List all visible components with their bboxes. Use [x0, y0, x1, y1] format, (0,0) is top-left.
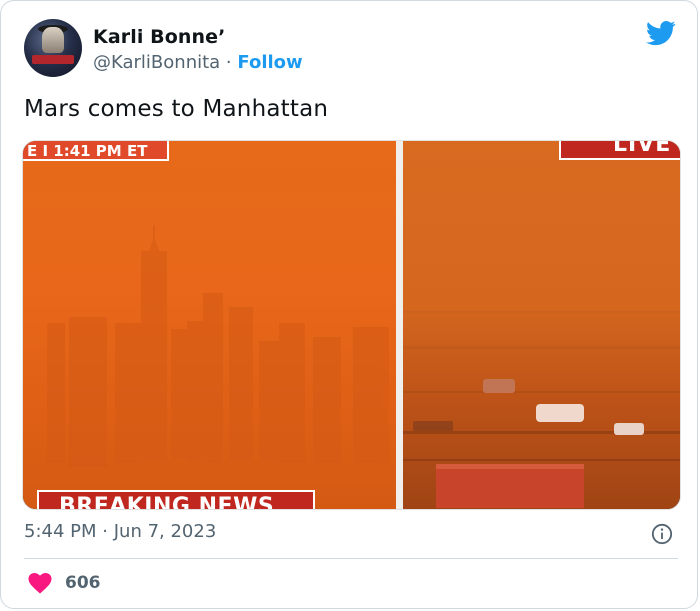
avatar-figure [42, 27, 64, 53]
divider-line [24, 558, 678, 559]
twitter-bird-icon[interactable] [644, 18, 678, 48]
info-icon[interactable] [651, 523, 673, 545]
skyline-silhouette [47, 225, 389, 467]
live-badge: LIVE [559, 141, 680, 160]
highway-scene [403, 311, 680, 508]
tweet-time: 5:44 PM [24, 521, 97, 542]
heart-icon[interactable] [28, 572, 52, 594]
follow-button[interactable]: Follow [237, 52, 302, 73]
time-chyron: E I 1:41 PM ET [23, 141, 169, 161]
media-right-panel: LIVE [403, 141, 680, 509]
avatar[interactable] [24, 19, 82, 77]
media-left-panel: E I 1:41 PM ET BREAKING NEWS [23, 141, 396, 509]
tweet-media[interactable]: E I 1:41 PM ET BREAKING NEWS LIVE [22, 140, 681, 510]
breaking-news-banner: BREAKING NEWS [37, 490, 315, 509]
author-handle[interactable]: @KarliBonnita [93, 52, 220, 73]
handle-separator: · [225, 52, 232, 73]
tweet-card: Karli Bonne’ @KarliBonnita · Follow Mars… [0, 0, 698, 609]
tweet-text: Mars comes to Manhattan [24, 96, 329, 122]
author-name[interactable]: Karli Bonne’ [93, 26, 225, 48]
like-count[interactable]: 606 [65, 573, 101, 593]
avatar-sign [32, 55, 74, 64]
tweet-date: Jun 7, 2023 [113, 521, 217, 542]
tweet-timestamp[interactable]: 5:44 PM · Jun 7, 2023 [24, 521, 216, 542]
author-handle-row: @KarliBonnita · Follow [93, 52, 303, 73]
media-divider [396, 141, 403, 509]
date-separator: · [102, 521, 108, 542]
